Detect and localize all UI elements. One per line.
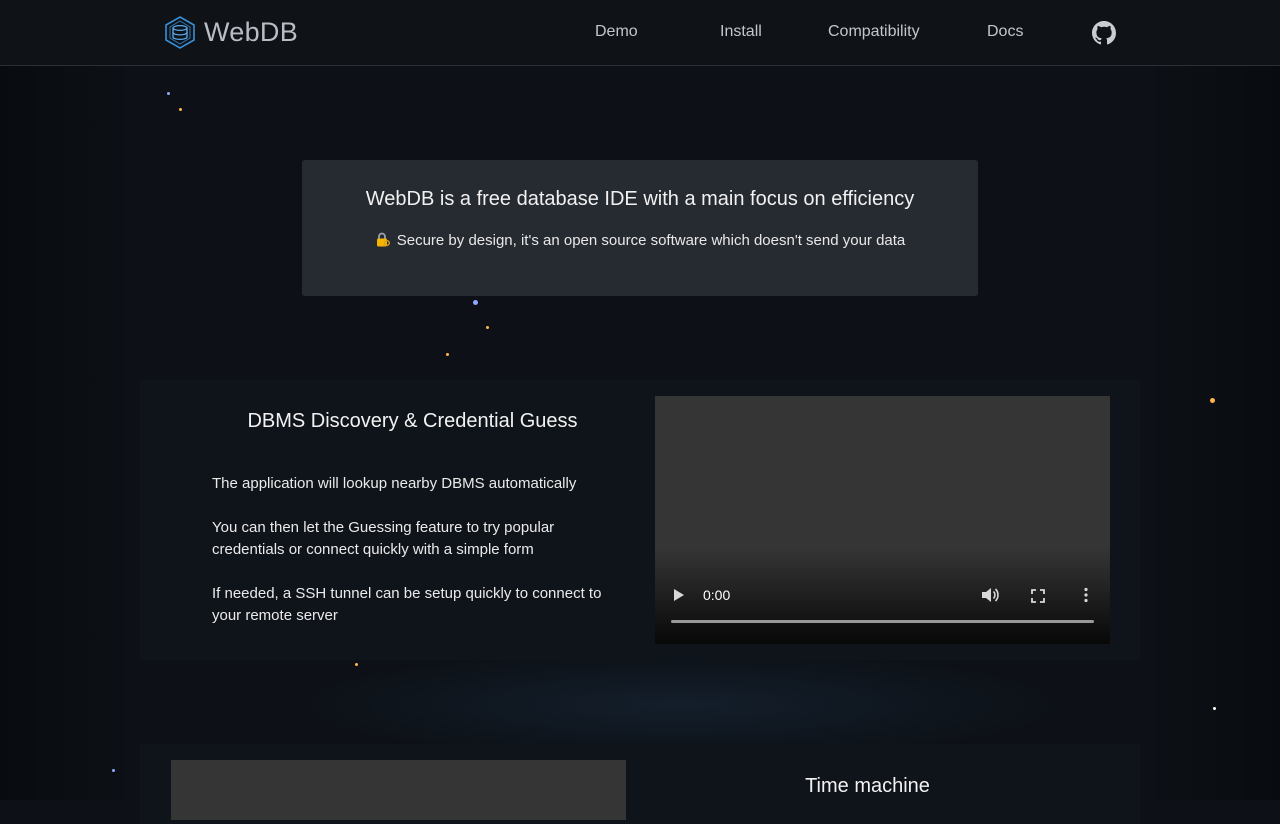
brand-name: WebDB [204,17,299,47]
particle [179,108,182,111]
particle [355,663,358,666]
webdb-logo-icon [165,16,195,49]
feature-paragraph: The application will lookup nearby DBMS … [212,475,577,492]
particle [167,92,170,95]
particle [1213,707,1216,710]
github-icon[interactable] [1092,21,1116,45]
video-progress-track[interactable] [671,620,1094,623]
hero-subtitle: Secure by design, it's an open source so… [396,232,906,249]
lock-with-key-icon [376,232,390,247]
fullscreen-icon[interactable] [1031,589,1045,603]
particle [486,326,489,329]
nav-demo[interactable]: Demo [595,23,638,41]
hero-subtitle-row: Secure by design, it's an open source so… [302,232,978,249]
feature-paragraph: If needed, a SSH tunnel can be setup qui… [212,585,602,624]
feature-description: The application will lookup nearby DBMS … [212,473,612,649]
demo-video-player[interactable]: 0:00 [655,396,1110,644]
particle [446,353,449,356]
volume-icon[interactable] [981,587,999,603]
nav-install[interactable]: Install [720,23,762,41]
particle [1210,398,1215,403]
video-time: 0:00 [703,587,731,603]
nav-compatibility[interactable]: Compatibility [828,23,920,41]
hero-title: WebDB is a free database IDE with a main… [365,188,915,210]
nav-docs[interactable]: Docs [987,23,1023,41]
time-machine-video-player[interactable] [171,760,626,820]
hero-banner: WebDB is a free database IDE with a main… [302,160,978,296]
play-icon[interactable] [673,588,685,602]
particle [473,300,478,305]
feature-paragraph: You can then let the Guessing feature to… [212,519,555,558]
brand-logo-link[interactable]: WebDB [165,16,298,49]
more-options-icon[interactable] [1083,587,1089,603]
top-navbar: WebDB Demo Install Compatibility Docs [0,0,1280,66]
feature-title: Time machine [805,775,930,797]
feature-title: DBMS Discovery & Credential Guess [247,410,578,432]
particle [112,769,115,772]
